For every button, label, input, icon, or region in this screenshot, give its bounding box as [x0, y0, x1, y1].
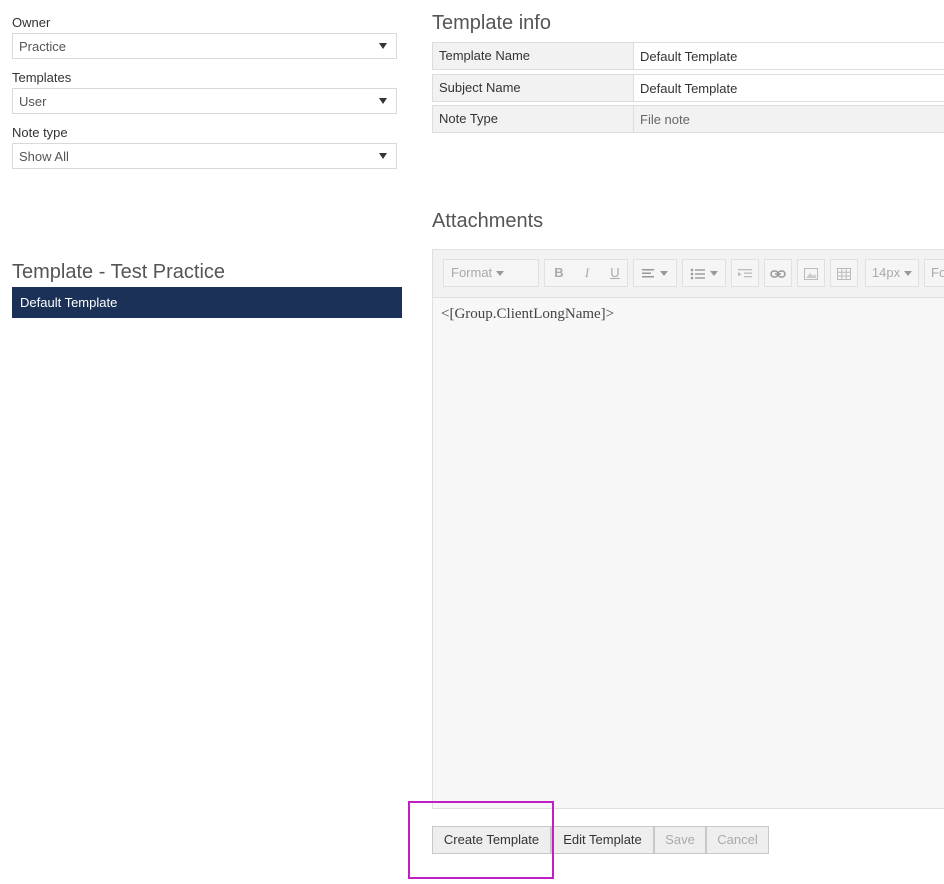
align-left-icon — [642, 268, 654, 278]
info-row-note-type: Note Type File note — [432, 105, 944, 133]
owner-label: Owner — [12, 15, 51, 30]
highlight-annotation — [408, 801, 554, 879]
bullet-list-icon — [690, 268, 705, 279]
cancel-button[interactable]: Cancel — [706, 826, 769, 854]
text-style-group: B I U — [544, 259, 628, 287]
chevron-down-icon — [496, 271, 505, 277]
font-family-dropdown[interactable]: Fo — [924, 259, 944, 287]
attachments-title: Attachments — [432, 210, 544, 232]
owner-select-value: Practice — [19, 39, 66, 54]
info-value: Default Template — [633, 43, 944, 69]
rich-text-editor: Format B I U 14px Fo <[Group.ClientLongN… — [432, 249, 944, 809]
font-family-value: Fo — [931, 265, 944, 280]
table-icon — [837, 267, 851, 280]
font-size-dropdown[interactable]: 14px — [865, 259, 919, 287]
template-list-title: Template - Test Practice — [12, 261, 226, 283]
chevron-down-icon — [379, 153, 387, 159]
align-dropdown[interactable] — [633, 259, 677, 287]
note-type-select-value: Show All — [19, 149, 69, 164]
info-row-subject-name: Subject Name Default Template — [432, 74, 944, 102]
italic-button[interactable]: I — [573, 260, 601, 286]
font-size-value: 14px — [871, 265, 901, 280]
list-dropdown[interactable] — [682, 259, 726, 287]
chevron-down-icon — [660, 271, 668, 277]
owner-select[interactable]: Practice — [12, 33, 397, 59]
underline-button[interactable]: U — [601, 260, 629, 286]
note-type-select[interactable]: Show All — [12, 143, 397, 169]
info-value: Default Template — [633, 75, 944, 101]
link-button[interactable] — [764, 259, 792, 287]
image-button[interactable] — [797, 259, 825, 287]
info-row-template-name: Template Name Default Template — [432, 42, 944, 70]
indent-icon — [738, 268, 752, 277]
info-key: Note Type — [433, 106, 633, 132]
chevron-down-icon — [904, 271, 913, 277]
chevron-down-icon — [379, 43, 387, 49]
info-key: Template Name — [433, 43, 633, 69]
chevron-down-icon — [379, 98, 387, 104]
table-button[interactable] — [830, 259, 858, 287]
note-type-label: Note type — [12, 125, 68, 140]
format-dropdown[interactable]: Format — [443, 259, 539, 287]
format-dropdown-label: Format — [451, 265, 493, 280]
edit-template-button[interactable]: Edit Template — [551, 826, 654, 854]
editor-content[interactable]: <[Group.ClientLongName]> — [441, 306, 614, 323]
image-icon — [804, 267, 818, 280]
link-icon — [770, 269, 786, 278]
template-list-item[interactable]: Default Template — [12, 287, 402, 318]
save-button[interactable]: Save — [654, 826, 706, 854]
editor-toolbar: Format B I U 14px Fo — [433, 250, 944, 298]
bold-button[interactable]: B — [545, 260, 573, 286]
indent-button[interactable] — [731, 259, 759, 287]
info-value: File note — [633, 106, 944, 132]
templates-select-value: User — [19, 94, 47, 109]
templates-label: Templates — [12, 70, 72, 85]
templates-select[interactable]: User — [12, 88, 397, 114]
template-list-item-label: Default Template — [20, 295, 118, 310]
template-info-title: Template info — [432, 12, 551, 34]
chevron-down-icon — [710, 271, 718, 277]
info-key: Subject Name — [433, 75, 633, 101]
